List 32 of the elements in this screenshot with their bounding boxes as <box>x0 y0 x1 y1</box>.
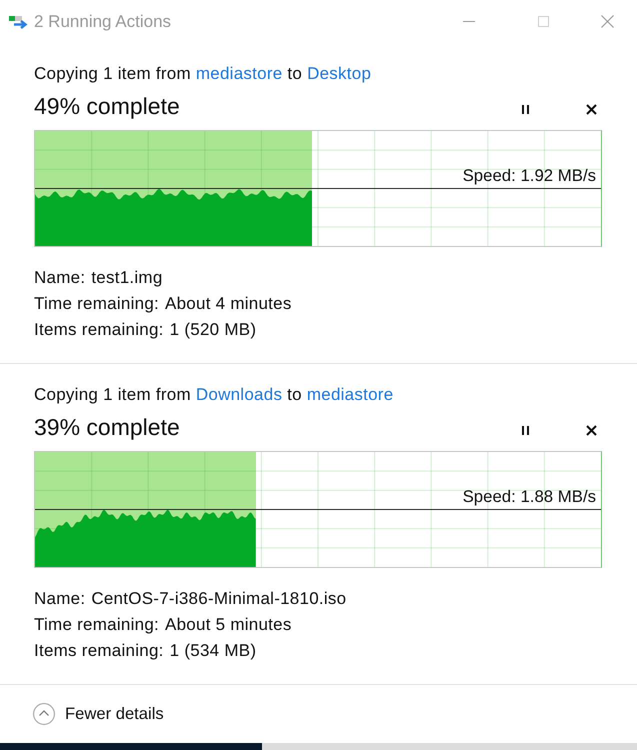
copy-description: Copying 1 item from mediastore to Desktop <box>34 63 372 85</box>
source-link[interactable]: Downloads <box>196 385 282 404</box>
transfer-icon <box>9 14 29 28</box>
progress-text: 49% complete <box>34 92 181 121</box>
minimize-icon <box>463 21 475 22</box>
detail-label: Time remaining: <box>34 614 159 636</box>
detail-label: Name: <box>34 267 86 289</box>
detail-label: Items remaining: <box>34 319 164 341</box>
destination-link[interactable]: Desktop <box>307 64 372 83</box>
source-link[interactable]: mediastore <box>196 64 282 83</box>
progress-text: 39% complete <box>34 413 181 442</box>
close-icon <box>586 424 596 436</box>
detail-label: Time remaining: <box>34 293 159 315</box>
detail-label: Items remaining: <box>34 640 164 662</box>
detail-value: test1.img <box>91 267 163 289</box>
detail-value: About 4 minutes <box>165 293 292 315</box>
pause-icon <box>522 426 528 434</box>
speed-label: Speed: 1.88 MB/s <box>462 487 596 507</box>
pause-icon <box>522 104 528 114</box>
fewer-details-button[interactable]: Fewer details <box>33 703 164 725</box>
window-title: 2 Running Actions <box>34 12 172 32</box>
maximize-icon <box>538 16 548 27</box>
detail-value: CentOS-7-i386-Minimal-1810.iso <box>91 588 346 610</box>
destination-link[interactable]: mediastore <box>306 385 394 404</box>
detail-value: About 5 minutes <box>165 614 292 636</box>
close-icon <box>586 104 596 114</box>
detail-value: 1 (520 MB) <box>170 319 256 341</box>
copy-description: Copying 1 item from Downloads to mediastore <box>34 384 394 406</box>
speed-label: Speed: 1.92 MB/s <box>462 166 596 186</box>
detail-label: Name: <box>34 588 86 610</box>
close-icon <box>600 15 614 28</box>
detail-value: 1 (534 MB) <box>170 640 256 662</box>
